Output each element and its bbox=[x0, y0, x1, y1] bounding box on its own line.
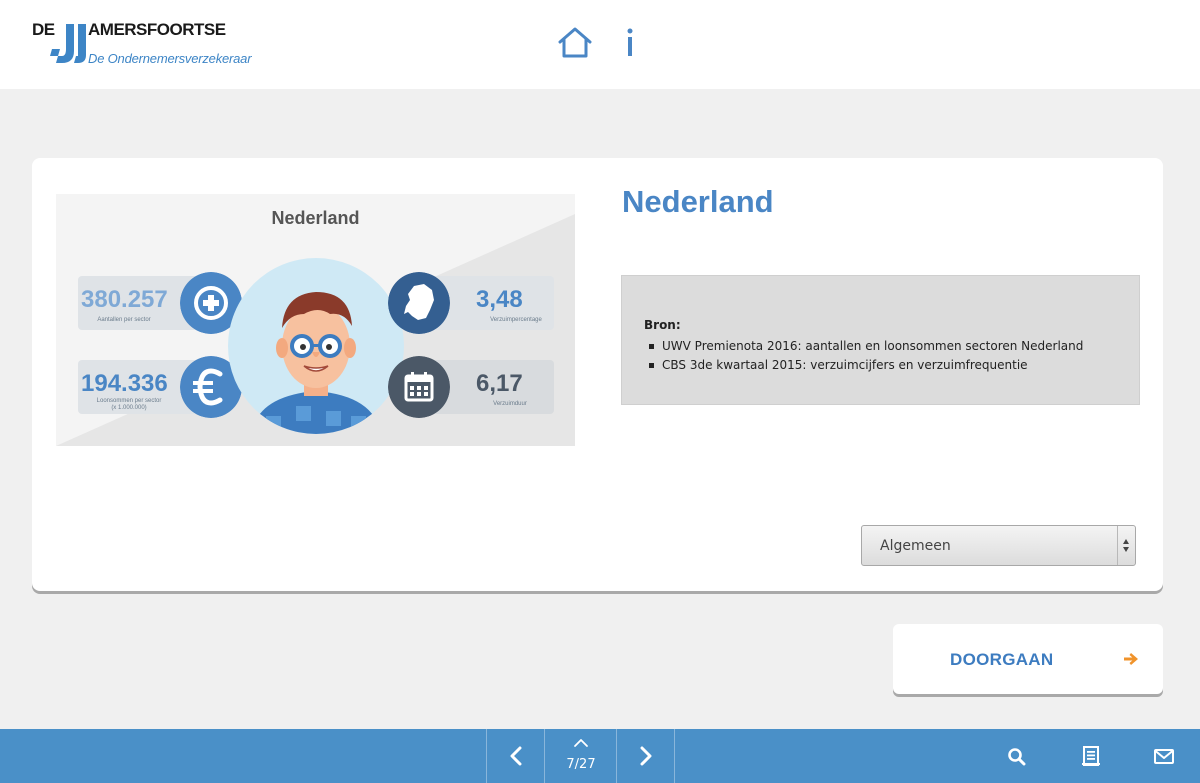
source-item: UWV Premienota 2016: aantallen en loonso… bbox=[644, 337, 1083, 356]
avatar-illustration bbox=[228, 258, 404, 434]
stat-absence-percentage-value: 3,48 bbox=[476, 286, 523, 313]
stat-absence-duration-label: Verzuimduur bbox=[493, 401, 527, 407]
header: DE AMERSFOORTSE De Ondernemersverzekeraa… bbox=[0, 0, 1200, 89]
previous-page-button[interactable] bbox=[486, 729, 544, 783]
stat-payroll-value: 194.336 bbox=[81, 370, 168, 397]
arrow-right-icon bbox=[1124, 653, 1138, 665]
sector-select[interactable]: Algemeen bbox=[861, 525, 1136, 566]
logo-brand-name: AMERSFOORTSE bbox=[88, 20, 226, 39]
sector-select-value: Algemeen bbox=[880, 538, 951, 554]
next-page-button[interactable] bbox=[616, 729, 675, 783]
continue-button[interactable]: DOORGAAN bbox=[893, 624, 1163, 694]
stat-payroll-label-unit: (x 1.000.000) bbox=[111, 405, 147, 411]
source-heading: Bron: bbox=[644, 318, 681, 332]
stat-absence-percentage-label: Verzuimpercentage bbox=[490, 317, 542, 323]
info-button[interactable] bbox=[616, 24, 644, 62]
chevron-left-icon bbox=[510, 746, 522, 766]
info-icon bbox=[627, 28, 633, 56]
source-item: CBS 3de kwartaal 2015: verzuimcijfers en… bbox=[644, 356, 1083, 375]
search-icon bbox=[1008, 748, 1026, 766]
content-card: Nederland 380.257 Aantallen per sector 1… bbox=[32, 158, 1163, 591]
chevron-up-icon bbox=[574, 739, 588, 747]
logo-tagline: De Ondernemersverzekeraar bbox=[88, 51, 252, 66]
page-title: Nederland bbox=[622, 184, 774, 219]
home-icon bbox=[558, 27, 592, 58]
infographic-title: Nederland bbox=[271, 208, 360, 228]
search-button[interactable] bbox=[1004, 743, 1030, 769]
stat-insured-label: Aantallen per sector bbox=[97, 317, 151, 323]
calendar-icon bbox=[388, 356, 450, 418]
stat-absence-duration-value: 6,17 bbox=[476, 370, 523, 397]
continue-button-label: DOORGAAN bbox=[950, 650, 1054, 669]
chevron-right-icon bbox=[640, 746, 652, 766]
source-box: Bron: UWV Premienota 2016: aantallen en … bbox=[621, 275, 1140, 405]
netherlands-map-icon bbox=[388, 272, 450, 334]
bottom-toolbar: 7/27 bbox=[0, 729, 1200, 783]
page-indicator: 7/27 bbox=[566, 757, 596, 772]
mail-icon bbox=[1154, 749, 1174, 764]
select-arrows-icon bbox=[1117, 526, 1135, 565]
mail-button[interactable] bbox=[1151, 743, 1177, 769]
stat-payroll-label: Loonsommen per sector bbox=[96, 398, 162, 404]
stat-insured-value: 380.257 bbox=[81, 286, 168, 313]
home-button[interactable] bbox=[556, 24, 594, 62]
document-icon bbox=[1082, 746, 1100, 766]
logo-mark-icon bbox=[50, 24, 86, 63]
page-overview-button[interactable]: 7/27 bbox=[544, 729, 616, 783]
document-button[interactable] bbox=[1078, 743, 1104, 769]
logo[interactable]: DE AMERSFOORTSE De Ondernemersverzekeraa… bbox=[32, 20, 272, 68]
source-list: UWV Premienota 2016: aantallen en loonso… bbox=[644, 337, 1083, 375]
infographic: Nederland 380.257 Aantallen per sector 1… bbox=[56, 194, 575, 446]
